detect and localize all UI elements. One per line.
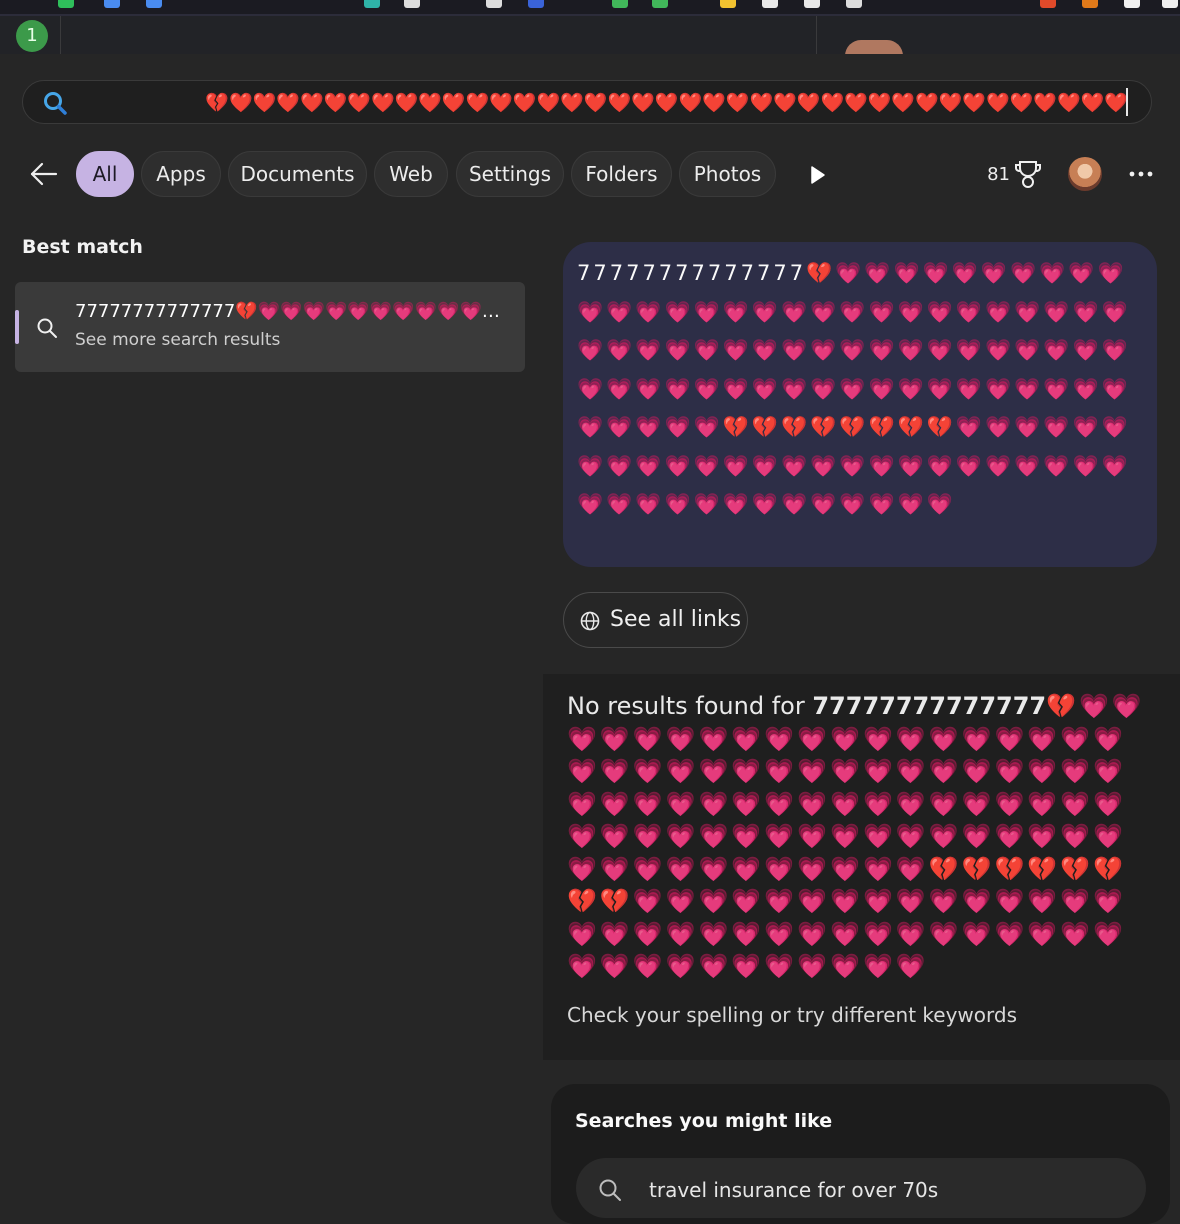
search-icon [37,318,57,338]
filter-tab-all[interactable]: All [76,151,134,197]
no-results-query: 77777777777777 [812,692,1047,720]
text-caret [1126,88,1128,116]
taskbar-app-icon[interactable] [720,0,736,8]
best-match-query: 77777777777777💔💗💗💗💗💗💗💗💗💗💗💗💗💗💗💗💗💗💗💗💗 [75,301,505,322]
taskbar-app-icon[interactable] [486,0,502,8]
filter-tab-web[interactable]: Web [374,151,448,197]
taskbar-app-icon[interactable] [1040,0,1056,8]
taskbar-app-icon[interactable] [146,0,162,8]
taskbar-app-icon[interactable] [612,0,628,8]
no-results-hearts: 💔💗💗💗💗💗💗💗💗💗💗💗💗💗💗💗💗💗💗💗💗💗💗💗💗💗💗💗💗💗💗💗💗💗💗💗💗💗💗💗… [567,692,1145,980]
taskbar-app-icon[interactable] [762,0,778,8]
taskbar-app-icon[interactable] [846,0,862,8]
rewards-points[interactable]: 81 [980,160,1010,190]
taskbar-icons [0,0,1180,14]
taskbar-app-icon[interactable] [364,0,380,8]
see-all-links-label: See all links [610,607,742,632]
best-match-result[interactable] [15,282,525,372]
more-dots-icon[interactable] [1126,162,1156,186]
no-results-prefix: No results found for [567,692,813,720]
back-arrow-icon[interactable] [28,160,60,188]
divider [60,16,61,54]
profile-avatar[interactable] [1068,157,1102,191]
search-icon [44,92,67,115]
best-match-subtitle: See more search results [75,330,281,350]
filter-tab-documents[interactable]: Documents [228,151,367,197]
trophy-icon[interactable] [1014,159,1042,189]
taskbar-app-icon[interactable] [104,0,120,8]
filter-tab-settings[interactable]: Settings [456,151,564,197]
taskbar-app-icon[interactable] [804,0,820,8]
divider [816,16,817,54]
taskbar-app-icon[interactable] [1162,0,1178,8]
query-preview-bubble: 77777777777777💔💗💗💗💗💗💗💗💗💗💗💗💗💗💗💗💗💗💗💗💗💗💗💗💗💗… [563,242,1157,567]
taskbar-app-icon[interactable] [528,0,544,8]
search-input[interactable]: 💔❤️❤️❤️❤️❤️❤️❤️❤️❤️❤️❤️❤️❤️❤️❤️❤️❤️❤️❤️❤… [80,86,1128,120]
taskbar-app-icon[interactable] [58,0,74,8]
filter-tab-photos[interactable]: Photos [679,151,776,197]
background-window-bar [0,16,1180,55]
play-icon[interactable] [806,164,828,186]
taskbar-app-icon[interactable] [652,0,668,8]
notification-badge: 1 [16,20,48,52]
taskbar-app-icon[interactable] [404,0,420,8]
filter-tab-folders[interactable]: Folders [571,151,672,197]
taskbar-app-icon[interactable] [1124,0,1140,8]
globe-icon [580,611,600,631]
selection-indicator [15,310,19,344]
search-query-text: 💔❤️❤️❤️❤️❤️❤️❤️❤️❤️❤️❤️❤️❤️❤️❤️❤️❤️❤️❤️❤… [205,92,1128,114]
no-results-message: No results found for 77777777777777💔💗💗💗💗… [567,690,1155,990]
no-results-hint: Check your spelling or try different key… [567,1003,1017,1027]
suggestions-heading: Searches you might like [575,1110,833,1132]
filter-tab-apps[interactable]: Apps [141,151,221,197]
best-match-heading: Best match [22,236,143,258]
taskbar-app-icon[interactable] [1082,0,1098,8]
